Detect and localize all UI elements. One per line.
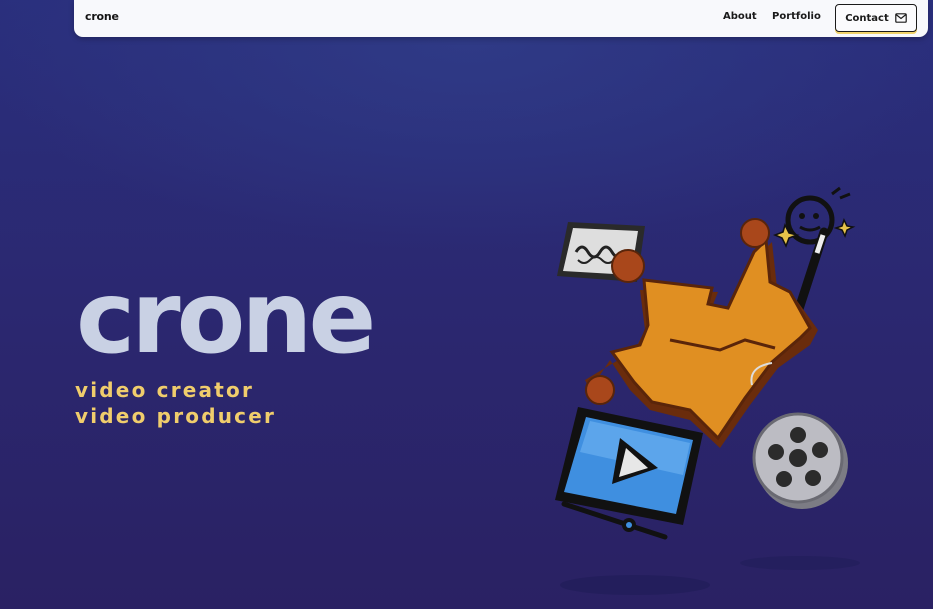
brand-logo[interactable]: crone — [85, 10, 119, 23]
ground-shadow — [560, 575, 710, 595]
tagline-video-creator: video creator — [75, 378, 255, 402]
nav-link-portfolio[interactable]: Portfolio — [772, 11, 821, 22]
film-reel-icon — [750, 362, 848, 509]
hero-title: crone — [76, 259, 376, 376]
hero-illustration — [555, 186, 860, 595]
crown-icon — [585, 218, 818, 448]
monitor-play-icon — [555, 407, 703, 540]
nav-link-about[interactable]: About — [723, 11, 757, 22]
ground-shadow-2 — [740, 556, 860, 570]
contact-label: Contact — [845, 12, 889, 24]
contact-button[interactable]: Contact — [835, 4, 917, 32]
mail-icon — [894, 13, 907, 23]
tagline-video-producer: video producer — [75, 404, 277, 428]
top-navbar: crone About Portfolio Contact — [74, 0, 928, 37]
